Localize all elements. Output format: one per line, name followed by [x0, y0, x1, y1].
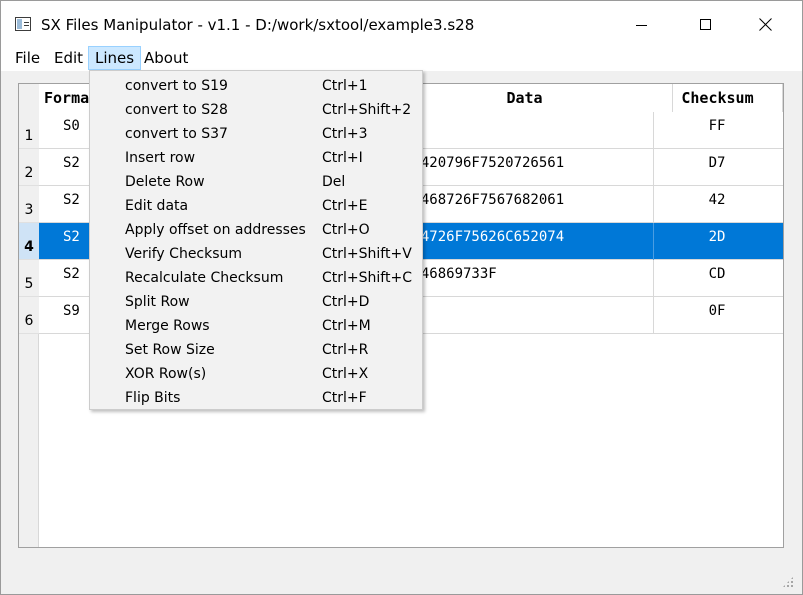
menu-item-convert-s19[interactable]: convert to S19 Ctrl+1 [90, 74, 422, 98]
menu-item-shortcut: Ctrl+D [322, 294, 370, 310]
cell-checksum[interactable]: D7 [707, 155, 727, 171]
menu-edit[interactable]: Edit [48, 46, 89, 70]
cell-format[interactable]: S2 [63, 192, 80, 208]
title-bar[interactable]: SX Files Manipulator - v1.1 - D:/work/sx… [1, 1, 802, 45]
column-divider [653, 260, 654, 297]
cell-checksum[interactable]: 0F [707, 303, 727, 319]
menu-item-shortcut: Ctrl+Shift+V [322, 246, 412, 262]
row-number[interactable]: 2 [19, 149, 39, 186]
window-title: SX Files Manipulator - v1.1 - D:/work/sx… [41, 16, 475, 34]
row-number[interactable]: 5 [19, 260, 39, 297]
menu-item-verify-checksum[interactable]: Verify Checksum Ctrl+Shift+V [90, 242, 422, 266]
menu-item-label: Recalculate Checksum [125, 270, 284, 286]
menu-item-shortcut: Ctrl+1 [322, 78, 368, 94]
minimize-button[interactable] [619, 1, 665, 45]
maximize-icon [700, 19, 711, 30]
column-divider [653, 149, 654, 186]
menu-item-shortcut: Ctrl+F [322, 390, 367, 406]
resize-grip-icon[interactable] [782, 576, 794, 588]
row-number[interactable]: 1 [19, 112, 39, 149]
menu-item-insert-row[interactable]: Insert row Ctrl+I [90, 146, 422, 170]
column-divider [653, 297, 654, 334]
menu-item-label: Split Row [125, 294, 190, 310]
menu-item-shortcut: Ctrl+O [322, 222, 370, 238]
cell-checksum[interactable]: 42 [707, 192, 727, 208]
menu-item-label: Apply offset on addresses [125, 222, 306, 238]
menu-item-shortcut: Ctrl+3 [322, 126, 368, 142]
menu-item-delete-row[interactable]: Delete Row Del [90, 170, 422, 194]
status-bar [1, 554, 802, 594]
menu-item-label: Edit data [125, 198, 189, 214]
menu-item-xor-rows[interactable]: XOR Row(s) Ctrl+X [90, 362, 422, 386]
menu-item-label: Set Row Size [125, 342, 215, 358]
menu-item-set-row-size[interactable]: Set Row Size Ctrl+R [90, 338, 422, 362]
menu-item-shortcut: Ctrl+Shift+C [322, 270, 412, 286]
menu-item-label: convert to S19 [125, 78, 228, 94]
column-divider [653, 223, 654, 260]
cell-checksum[interactable]: 2D [707, 229, 727, 245]
lines-menu-dropdown: convert to S19 Ctrl+1 convert to S28 Ctr… [89, 70, 423, 410]
cell-format[interactable]: S0 [63, 118, 80, 134]
row-number[interactable]: 3 [19, 186, 39, 223]
cell-checksum[interactable]: CD [707, 266, 727, 282]
menu-item-recalculate-checksum[interactable]: Recalculate Checksum Ctrl+Shift+C [90, 266, 422, 290]
menu-item-split-row[interactable]: Split Row Ctrl+D [90, 290, 422, 314]
cell-data[interactable]: 074726F75626C652074 [404, 229, 564, 245]
menu-item-label: convert to S28 [125, 102, 228, 118]
cell-format[interactable]: S2 [63, 266, 80, 282]
menu-item-merge-rows[interactable]: Merge Rows Ctrl+M [90, 314, 422, 338]
close-icon [759, 18, 772, 31]
menu-file[interactable]: File [9, 46, 46, 70]
minimize-icon [636, 25, 647, 26]
cell-format[interactable]: S9 [63, 303, 80, 319]
maximize-button[interactable] [683, 1, 729, 45]
menu-item-label: Merge Rows [125, 318, 210, 334]
cell-format[interactable]: S2 [63, 229, 80, 245]
menu-item-label: Insert row [125, 150, 196, 166]
row-number[interactable]: 6 [19, 297, 39, 334]
menu-item-label: Flip Bits [125, 390, 181, 406]
menu-item-shortcut: Ctrl+E [322, 198, 368, 214]
menu-bar: File Edit Lines About [1, 45, 802, 71]
menu-item-apply-offset[interactable]: Apply offset on addresses Ctrl+O [90, 218, 422, 242]
cell-data[interactable]: 96420796F7520726561 [404, 155, 564, 171]
menu-item-flip-bits[interactable]: Flip Bits Ctrl+F [90, 386, 422, 410]
menu-item-shortcut: Ctrl+R [322, 342, 369, 358]
table-corner[interactable] [19, 84, 39, 112]
menu-item-shortcut: Ctrl+X [322, 366, 369, 382]
menu-item-label: Delete Row [125, 174, 205, 190]
menu-lines[interactable]: Lines [88, 46, 142, 70]
cell-format[interactable]: S2 [63, 155, 80, 171]
menu-item-label: convert to S37 [125, 126, 228, 142]
menu-item-shortcut: Ctrl+I [322, 150, 363, 166]
row-number[interactable]: 4 [19, 223, 39, 260]
cell-checksum[interactable]: FF [707, 118, 727, 134]
menu-item-convert-s28[interactable]: convert to S28 Ctrl+Shift+2 [90, 98, 422, 122]
column-divider [653, 186, 654, 223]
menu-item-shortcut: Del [322, 174, 346, 190]
menu-item-shortcut: Ctrl+M [322, 318, 371, 334]
menu-item-label: Verify Checksum [125, 246, 243, 262]
app-window: SX Files Manipulator - v1.1 - D:/work/sx… [0, 0, 803, 595]
cell-data[interactable]: 07468726F7567682061 [404, 192, 564, 208]
menu-item-shortcut: Ctrl+Shift+2 [322, 102, 412, 118]
close-button[interactable] [743, 1, 789, 45]
column-header-checksum[interactable]: Checksum [653, 84, 783, 112]
column-divider [653, 112, 654, 149]
menu-about[interactable]: About [138, 46, 194, 70]
menu-item-edit-data[interactable]: Edit data Ctrl+E [90, 194, 422, 218]
menu-item-convert-s37[interactable]: convert to S37 Ctrl+3 [90, 122, 422, 146]
menu-item-label: XOR Row(s) [125, 366, 207, 382]
app-window-icon [15, 17, 31, 31]
